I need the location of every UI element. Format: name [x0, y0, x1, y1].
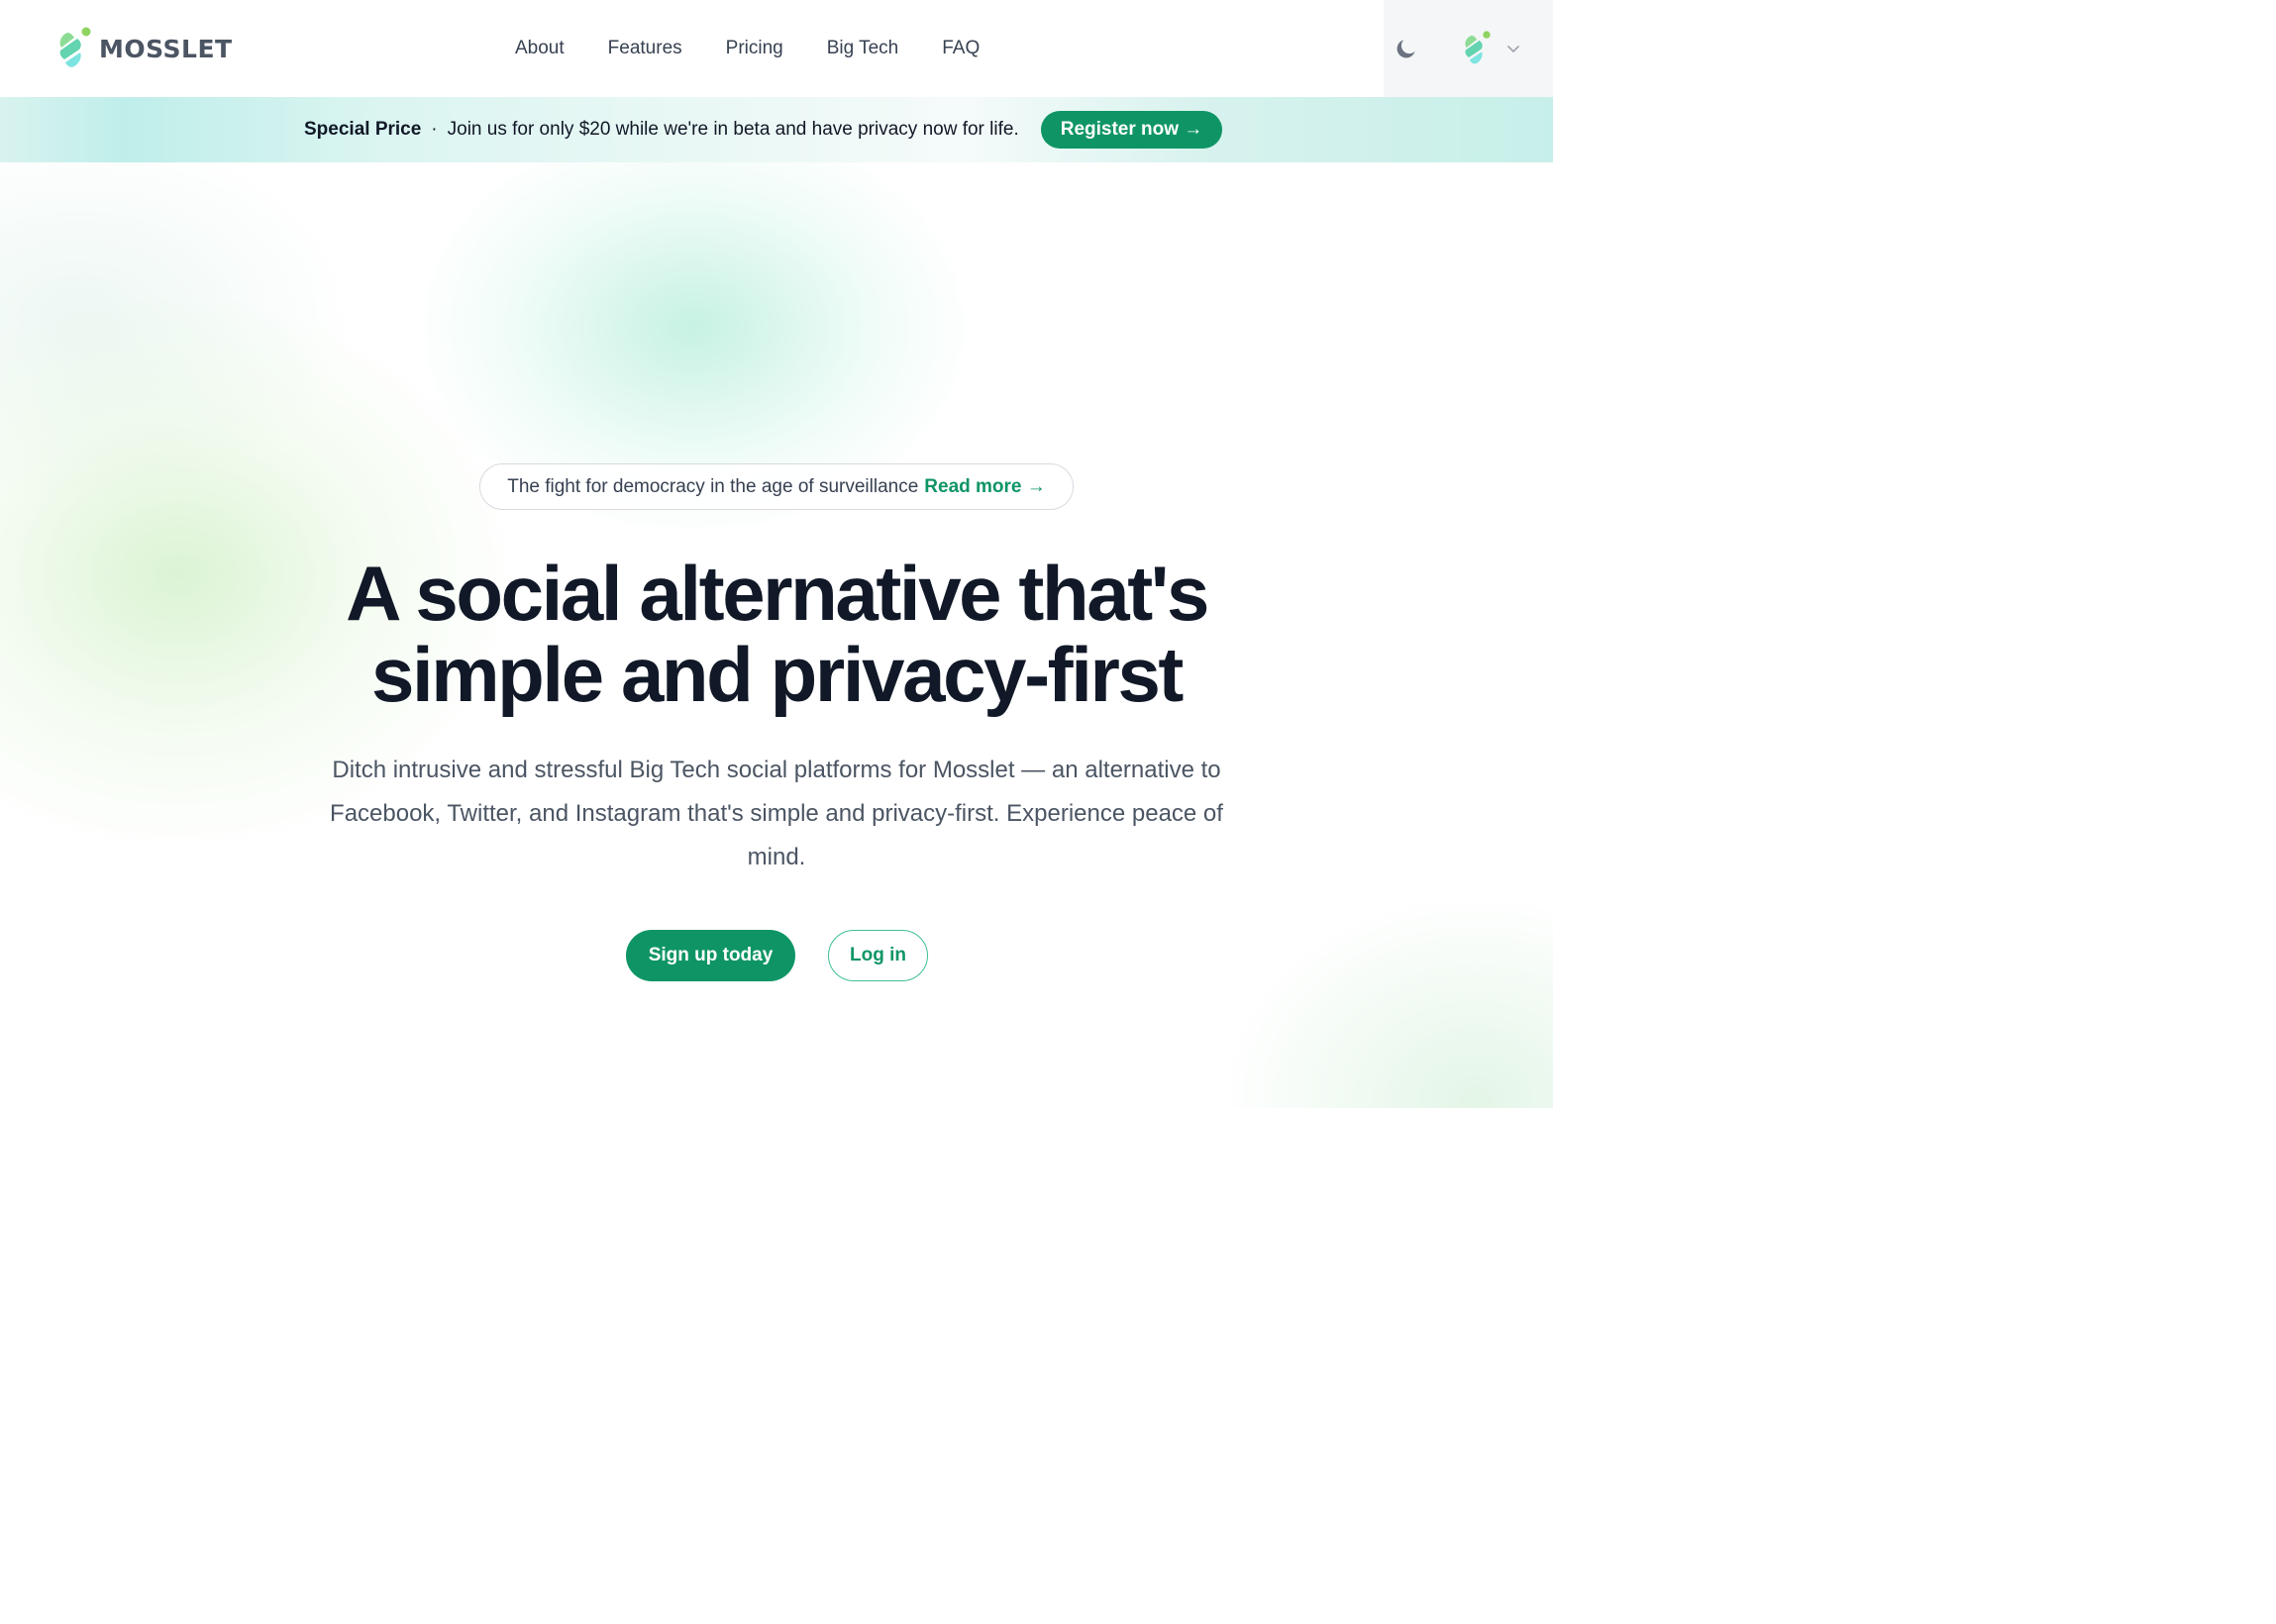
background-glow: [0, 129, 357, 505]
hero-subtext: Ditch intrusive and stressful Big Tech s…: [330, 757, 1223, 870]
promo-banner: Special Price · Join us for only $20 whi…: [0, 97, 1553, 162]
headline-line-1: A social alternative that's: [346, 550, 1209, 637]
nav-link-about[interactable]: About: [515, 38, 565, 59]
brand-name: MOSSLET: [99, 34, 233, 63]
chevron-down-icon[interactable]: [1506, 42, 1520, 55]
sign-up-button[interactable]: Sign up today: [626, 930, 795, 981]
site-header: MOSSLET About Features Pricing Big Tech …: [0, 0, 1553, 97]
announcement-pill[interactable]: The fight for democracy in the age of su…: [479, 463, 1074, 510]
log-in-button[interactable]: Log in: [828, 930, 928, 981]
cta-row: Sign up today Log in: [626, 930, 928, 981]
hero-headline: A social alternative that's simple and p…: [281, 553, 1272, 715]
announcement-text: The fight for democracy in the age of su…: [507, 475, 919, 497]
page: MOSSLET About Features Pricing Big Tech …: [0, 0, 1553, 1108]
background-glow: [1218, 891, 1553, 1108]
nav-link-pricing[interactable]: Pricing: [726, 38, 783, 59]
headline-line-2: simple and privacy-first: [370, 631, 1184, 718]
promo-message: Join us for only $20 while we're in beta…: [447, 119, 1019, 140]
account-menu-button[interactable]: [1463, 31, 1493, 66]
main-nav: About Features Pricing Big Tech FAQ: [515, 0, 980, 97]
promo-title: Special Price: [304, 119, 422, 140]
promo-banner-content: Special Price · Join us for only $20 whi…: [304, 97, 1223, 162]
promo-separator: ·: [431, 119, 438, 140]
register-now-button[interactable]: Register now →: [1040, 111, 1223, 149]
nav-link-features[interactable]: Features: [608, 38, 682, 59]
moon-icon[interactable]: [1394, 36, 1419, 61]
mosslet-leaf-icon: [59, 27, 91, 67]
nav-link-big-tech[interactable]: Big Tech: [827, 38, 899, 59]
read-more-link[interactable]: Read more →: [924, 476, 1045, 498]
header-actions: [1384, 0, 1553, 97]
nav-link-faq[interactable]: FAQ: [942, 38, 980, 59]
logo-link[interactable]: MOSSLET: [57, 27, 233, 70]
